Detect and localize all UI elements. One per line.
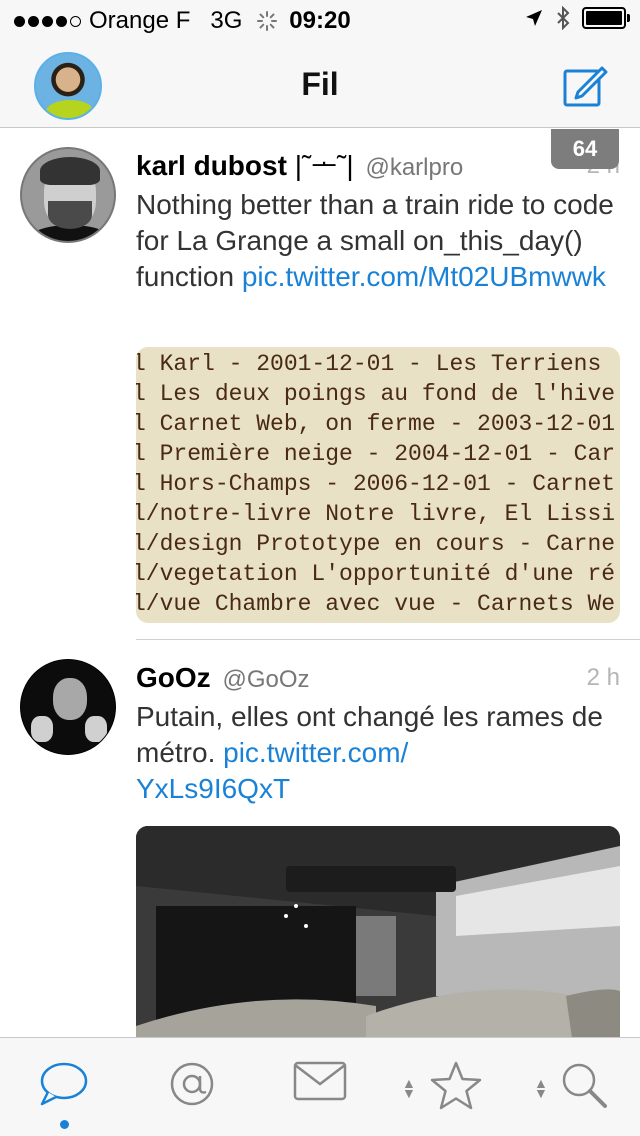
- tweet-header: GoOz @GoOz 2 h: [136, 661, 620, 697]
- author-name[interactable]: karl dubost: [136, 150, 287, 181]
- messages-icon: [293, 1061, 347, 1101]
- timeline-icon: [40, 1062, 88, 1106]
- tweet-header: karl dubost |˜ᅩ˜| @karlpro 2 h: [136, 149, 620, 185]
- navigation-bar: Fil: [0, 40, 640, 128]
- reorder-arrows-icon: ▲ ▼: [402, 1075, 416, 1101]
- image-text-line: l/vue Chambre avec vue - Carnets We: [136, 591, 616, 617]
- author-handle[interactable]: @GoOz: [222, 666, 309, 693]
- page-title: Fil: [301, 66, 339, 102]
- image-text-line: l/design Prototype en cours - Carne: [136, 531, 616, 557]
- tweet-text: Nothing better than a train ride to code…: [136, 187, 620, 295]
- compose-tweet-icon[interactable]: [562, 62, 608, 108]
- author-name-glyph: |˜ᅩ˜|: [294, 150, 354, 181]
- location-arrow-icon: [526, 10, 542, 26]
- image-text-line: l Les deux poings au fond de l'hive: [136, 381, 616, 407]
- tweet-time: 2 h: [586, 664, 620, 691]
- mentions-icon: [170, 1062, 214, 1106]
- image-text-line: l Karl - 2001-12-01 - Les Terriens: [136, 351, 602, 377]
- battery-icon: [582, 7, 630, 29]
- search-icon: [562, 1063, 607, 1108]
- tab-favorites[interactable]: ▲ ▼: [384, 1038, 512, 1136]
- image-text-line: l Carnet Web, on ferme - 2003-12-01: [136, 411, 616, 437]
- author-name[interactable]: GoOz: [136, 662, 211, 693]
- tab-bar: ▲ ▼ ▲ ▼: [0, 1037, 640, 1136]
- avatar[interactable]: [20, 659, 116, 755]
- tweet-photo[interactable]: [136, 826, 620, 1037]
- tweet-image[interactable]: l Karl - 2001-12-01 - Les Terriens l Les …: [136, 347, 620, 623]
- timeline-feed[interactable]: 64 karl dubost |˜ᅩ˜| @karlpro 2 h Nothin…: [0, 129, 640, 1037]
- tweet[interactable]: karl dubost |˜ᅩ˜| @karlpro 2 h Nothing b…: [0, 129, 640, 641]
- tweet-link[interactable]: pic.twitter.com/Mt02UBmwwk: [242, 261, 606, 292]
- tweet-link[interactable]: pic.twitter.com/: [223, 737, 408, 768]
- reorder-arrows-icon: ▲ ▼: [534, 1075, 548, 1101]
- tweet-link[interactable]: YxLs9I6QxT: [136, 773, 290, 804]
- favorites-icon: [430, 1061, 482, 1110]
- bluetooth-icon: [557, 6, 570, 30]
- tab-messages[interactable]: [256, 1038, 384, 1136]
- avatar[interactable]: [20, 147, 116, 243]
- tweet-divider: [136, 639, 640, 640]
- image-text-line: l/notre-livre Notre livre, El Lissi: [136, 501, 616, 527]
- new-tweets-count-badge[interactable]: 64: [551, 129, 619, 169]
- status-bar: Orange F 3G 09:20: [0, 0, 640, 40]
- active-tab-indicator: [60, 1120, 69, 1129]
- metro-interior-photo: [136, 826, 620, 1037]
- tab-mentions[interactable]: [128, 1038, 256, 1136]
- image-text-line: l Hors-Champs - 2006-12-01 - Carnet: [136, 471, 616, 497]
- author-handle[interactable]: @karlpro: [365, 154, 463, 181]
- tab-search[interactable]: ▲ ▼: [512, 1038, 640, 1136]
- tweet-text: Putain, elles ont changé les rames de mé…: [136, 699, 620, 807]
- tab-timeline[interactable]: [0, 1038, 128, 1136]
- status-right: [524, 6, 630, 30]
- image-text-line: l/vegetation L'opportunité d'une ré: [136, 561, 616, 587]
- image-text-line: l Première neige - 2004-12-01 - Car: [136, 441, 616, 467]
